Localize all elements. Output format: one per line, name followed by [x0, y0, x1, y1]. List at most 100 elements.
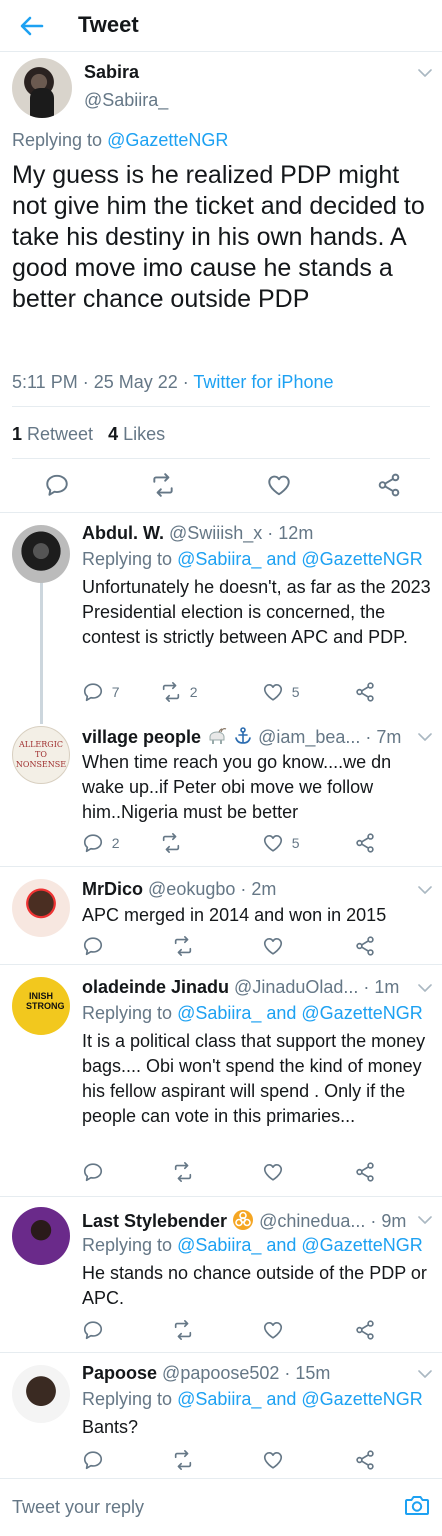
author-name[interactable]: Sabira — [84, 62, 139, 83]
chevron-down-icon[interactable] — [418, 983, 432, 993]
author-name[interactable]: Last Stylebender — [82, 1211, 227, 1231]
avatar[interactable] — [12, 879, 70, 937]
replying-to-link[interactable]: @Sabiira_ and @GazetteNGR — [177, 549, 423, 569]
retweet-button[interactable] — [172, 1161, 194, 1183]
avatar-text: INISH STRONG — [26, 991, 65, 1011]
divider — [12, 458, 430, 459]
author-name[interactable]: oladeinde Jinadu — [82, 977, 229, 997]
chevron-down-icon[interactable] — [418, 1369, 432, 1379]
reply-icon[interactable] — [44, 472, 70, 498]
share-button[interactable] — [354, 1161, 376, 1183]
avatar[interactable] — [12, 1207, 70, 1265]
chevron-down-icon[interactable] — [418, 68, 432, 78]
author-name[interactable]: village people — [82, 727, 201, 747]
retweet-icon — [160, 832, 182, 854]
retweet-icon — [172, 935, 194, 957]
author-handle[interactable]: @iam_bea... · 7m — [258, 727, 401, 747]
retweets-count: 1 — [12, 424, 23, 444]
retweet-button[interactable] — [172, 1319, 194, 1341]
replying-prefix: Replying to — [82, 549, 178, 569]
avatar[interactable] — [12, 525, 70, 583]
chevron-down-icon[interactable] — [418, 732, 432, 742]
share-button[interactable] — [354, 681, 376, 703]
retweet-button[interactable] — [172, 935, 194, 957]
share-button[interactable] — [354, 935, 376, 957]
reply-tweet[interactable]: Abdul. W. @Swiiish_x · 12m Replying to @… — [0, 512, 442, 712]
replying-to-link[interactable]: @Sabiira_ and @GazetteNGR — [177, 1389, 423, 1409]
reply-actions — [82, 1449, 382, 1473]
replying-to-link[interactable]: @GazetteNGR — [107, 130, 228, 150]
reply-tweet[interactable]: Last Stylebender @chinedua... · 9m Reply… — [0, 1196, 442, 1348]
retweets-stat[interactable]: 1 Retweet — [12, 424, 93, 444]
replying-prefix: Replying to — [12, 130, 108, 150]
replying-prefix: Replying to — [82, 1235, 178, 1255]
goat-emoji-icon — [209, 728, 227, 744]
author-handle[interactable]: @Sabiira_ — [84, 90, 168, 111]
author-handle[interactable]: @eokugbo · 2m — [148, 879, 276, 899]
reply-tweet[interactable]: Papoose @papoose502 · 15m Replying to @S… — [0, 1352, 442, 1476]
replying-to-link[interactable]: @Sabiira_ and @GazetteNGR — [177, 1003, 423, 1023]
reply-compose-bar[interactable]: Tweet your reply — [0, 1478, 442, 1536]
reply-button[interactable] — [82, 1449, 104, 1471]
avatar[interactable] — [12, 1365, 70, 1423]
reply-icon — [82, 1449, 104, 1471]
reply-button[interactable]: 2 — [82, 832, 120, 854]
reply-count: 7 — [111, 684, 120, 700]
share-icon[interactable] — [376, 472, 402, 498]
author-handle[interactable]: @Swiiish_x · 12m — [169, 523, 313, 543]
retweet-button[interactable]: 2 — [160, 681, 198, 703]
reply-tweet[interactable]: INISH STRONG oladeinde Jinadu @JinaduOla… — [0, 964, 442, 1190]
reply-button[interactable] — [82, 1161, 104, 1183]
like-button[interactable] — [262, 1319, 284, 1341]
reply-actions — [82, 1319, 382, 1343]
author-handle[interactable]: @papoose502 · 15m — [162, 1363, 330, 1383]
likes-stat[interactable]: 4 Likes — [108, 424, 165, 444]
like-icon — [262, 1449, 284, 1471]
tweet-text: My guess is he realized PDP might not gi… — [12, 161, 425, 313]
back-arrow-icon[interactable] — [18, 12, 46, 40]
replying-to: Replying to @GazetteNGR — [12, 130, 228, 151]
author-handle[interactable]: @chinedua... · 9m — [259, 1211, 406, 1231]
replying-to: Replying to @Sabiira_ and @GazetteNGR — [82, 1235, 423, 1256]
reply-text: APC merged in 2014 and won in 2015 — [82, 905, 387, 925]
retweet-icon[interactable] — [150, 472, 176, 498]
author-handle[interactable]: @JinaduOlad... · 1m — [234, 977, 399, 997]
share-button[interactable] — [354, 832, 376, 854]
reply-button[interactable] — [82, 1319, 104, 1341]
top-bar: Tweet — [0, 0, 442, 52]
reply-header: Abdul. W. @Swiiish_x · 12m — [82, 523, 313, 544]
like-icon[interactable] — [266, 472, 292, 498]
like-button[interactable] — [262, 935, 284, 957]
share-button[interactable] — [354, 1319, 376, 1341]
chevron-down-icon[interactable] — [418, 885, 432, 895]
avatar[interactable]: INISH STRONG — [12, 977, 70, 1035]
reply-icon — [82, 1319, 104, 1341]
retweet-icon — [172, 1449, 194, 1471]
like-icon — [262, 1161, 284, 1183]
retweet-button[interactable] — [172, 1449, 194, 1471]
like-button[interactable]: 5 — [262, 681, 300, 703]
like-button[interactable] — [262, 1449, 284, 1471]
share-button[interactable] — [354, 1449, 376, 1471]
chevron-down-icon[interactable] — [418, 1215, 432, 1225]
camera-icon[interactable] — [404, 1493, 430, 1517]
reply-tweet[interactable]: MrDico @eokugbo · 2m APC merged in 2014 … — [0, 866, 442, 964]
author-name[interactable]: Papoose — [82, 1363, 157, 1383]
avatar[interactable] — [12, 58, 72, 118]
retweet-button[interactable] — [160, 832, 182, 854]
like-count: 5 — [291, 835, 300, 851]
reply-button[interactable]: 7 — [82, 681, 120, 703]
author-name[interactable]: Abdul. W. — [82, 523, 164, 543]
like-button[interactable] — [262, 1161, 284, 1183]
reply-icon — [82, 832, 104, 854]
replying-to: Replying to @Sabiira_ and @GazetteNGR — [82, 1389, 423, 1410]
reply-tweet[interactable]: ALLERGIC TO NONSENSE village people @iam… — [0, 712, 442, 862]
replying-to-link[interactable]: @Sabiira_ and @GazetteNGR — [177, 1235, 423, 1255]
author-name[interactable]: MrDico — [82, 879, 143, 899]
avatar[interactable]: ALLERGIC TO NONSENSE — [12, 726, 70, 784]
reply-button[interactable] — [82, 935, 104, 957]
like-button[interactable]: 5 — [262, 832, 300, 854]
tweet-source-link[interactable]: Twitter for iPhone — [193, 372, 333, 392]
likes-count: 4 — [108, 424, 119, 444]
reply-input[interactable]: Tweet your reply — [12, 1497, 144, 1518]
